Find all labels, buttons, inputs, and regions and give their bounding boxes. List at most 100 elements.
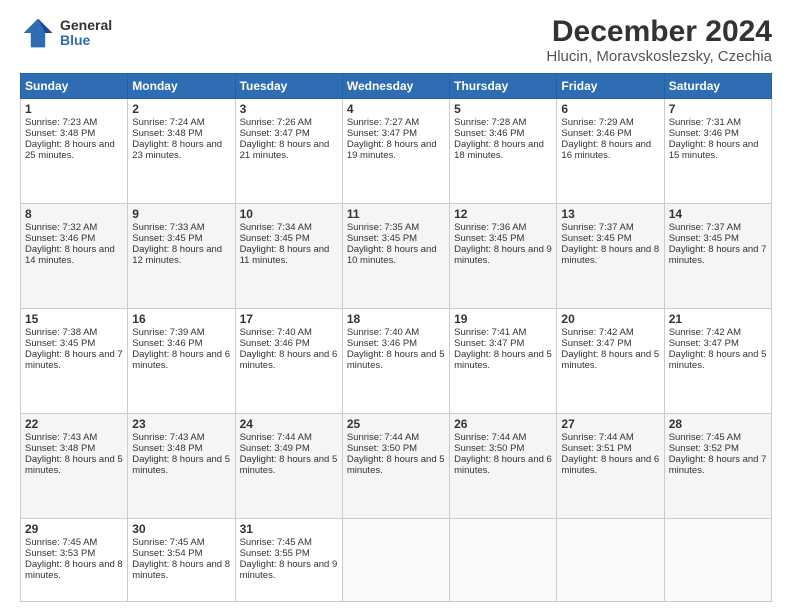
day-number: 27	[561, 417, 659, 431]
sunset-text: Sunset: 3:45 PM	[240, 233, 310, 244]
sunrise-text: Sunrise: 7:45 AM	[25, 537, 97, 548]
sunset-text: Sunset: 3:46 PM	[347, 338, 417, 349]
header: General Blue December 2024 Hlucin, Morav…	[20, 15, 772, 65]
daylight-text: Daylight: 8 hours and 21 minutes.	[240, 139, 330, 161]
table-row	[557, 518, 664, 601]
table-row: 1Sunrise: 7:23 AMSunset: 3:48 PMDaylight…	[21, 99, 128, 204]
day-number: 26	[454, 417, 552, 431]
table-row: 24Sunrise: 7:44 AMSunset: 3:49 PMDayligh…	[235, 413, 342, 518]
day-number: 29	[25, 522, 123, 536]
daylight-text: Daylight: 8 hours and 12 minutes.	[132, 244, 222, 266]
sunrise-text: Sunrise: 7:28 AM	[454, 117, 526, 128]
table-row: 13Sunrise: 7:37 AMSunset: 3:45 PMDayligh…	[557, 203, 664, 308]
col-monday: Monday	[128, 74, 235, 99]
daylight-text: Daylight: 8 hours and 8 minutes.	[25, 559, 123, 581]
table-row: 14Sunrise: 7:37 AMSunset: 3:45 PMDayligh…	[664, 203, 771, 308]
table-row: 27Sunrise: 7:44 AMSunset: 3:51 PMDayligh…	[557, 413, 664, 518]
col-tuesday: Tuesday	[235, 74, 342, 99]
day-number: 2	[132, 102, 230, 116]
day-number: 30	[132, 522, 230, 536]
sunset-text: Sunset: 3:47 PM	[561, 338, 631, 349]
table-row: 23Sunrise: 7:43 AMSunset: 3:48 PMDayligh…	[128, 413, 235, 518]
sunrise-text: Sunrise: 7:42 AM	[669, 327, 741, 338]
daylight-text: Daylight: 8 hours and 5 minutes.	[240, 454, 338, 476]
sunset-text: Sunset: 3:47 PM	[240, 128, 310, 139]
page-subtitle: Hlucin, Moravskoslezsky, Czechia	[546, 48, 772, 65]
table-row: 11Sunrise: 7:35 AMSunset: 3:45 PMDayligh…	[342, 203, 449, 308]
day-number: 21	[669, 312, 767, 326]
sunrise-text: Sunrise: 7:29 AM	[561, 117, 633, 128]
day-number: 5	[454, 102, 552, 116]
sunset-text: Sunset: 3:55 PM	[240, 548, 310, 559]
sunset-text: Sunset: 3:47 PM	[669, 338, 739, 349]
day-number: 23	[132, 417, 230, 431]
day-number: 24	[240, 417, 338, 431]
table-row: 9Sunrise: 7:33 AMSunset: 3:45 PMDaylight…	[128, 203, 235, 308]
sunrise-text: Sunrise: 7:38 AM	[25, 327, 97, 338]
sunrise-text: Sunrise: 7:42 AM	[561, 327, 633, 338]
sunset-text: Sunset: 3:46 PM	[240, 338, 310, 349]
sunrise-text: Sunrise: 7:40 AM	[240, 327, 312, 338]
table-row: 17Sunrise: 7:40 AMSunset: 3:46 PMDayligh…	[235, 308, 342, 413]
day-number: 10	[240, 207, 338, 221]
sunrise-text: Sunrise: 7:24 AM	[132, 117, 204, 128]
table-row: 10Sunrise: 7:34 AMSunset: 3:45 PMDayligh…	[235, 203, 342, 308]
day-number: 13	[561, 207, 659, 221]
sunrise-text: Sunrise: 7:31 AM	[669, 117, 741, 128]
day-number: 20	[561, 312, 659, 326]
daylight-text: Daylight: 8 hours and 18 minutes.	[454, 139, 544, 161]
sunset-text: Sunset: 3:50 PM	[347, 443, 417, 454]
sunset-text: Sunset: 3:50 PM	[454, 443, 524, 454]
table-row	[664, 518, 771, 601]
sunset-text: Sunset: 3:46 PM	[132, 338, 202, 349]
daylight-text: Daylight: 8 hours and 6 minutes.	[454, 454, 552, 476]
sunset-text: Sunset: 3:51 PM	[561, 443, 631, 454]
day-number: 15	[25, 312, 123, 326]
sunset-text: Sunset: 3:46 PM	[669, 128, 739, 139]
sunset-text: Sunset: 3:49 PM	[240, 443, 310, 454]
day-number: 12	[454, 207, 552, 221]
logo-blue-text: Blue	[60, 33, 112, 48]
day-number: 19	[454, 312, 552, 326]
day-number: 14	[669, 207, 767, 221]
table-row: 29Sunrise: 7:45 AMSunset: 3:53 PMDayligh…	[21, 518, 128, 601]
sunrise-text: Sunrise: 7:44 AM	[240, 432, 312, 443]
sunrise-text: Sunrise: 7:34 AM	[240, 222, 312, 233]
sunrise-text: Sunrise: 7:33 AM	[132, 222, 204, 233]
daylight-text: Daylight: 8 hours and 5 minutes.	[454, 349, 552, 371]
day-number: 3	[240, 102, 338, 116]
col-saturday: Saturday	[664, 74, 771, 99]
sunset-text: Sunset: 3:47 PM	[347, 128, 417, 139]
day-number: 7	[669, 102, 767, 116]
table-row: 12Sunrise: 7:36 AMSunset: 3:45 PMDayligh…	[450, 203, 557, 308]
sunrise-text: Sunrise: 7:45 AM	[669, 432, 741, 443]
logo-general-text: General	[60, 18, 112, 33]
sunrise-text: Sunrise: 7:43 AM	[25, 432, 97, 443]
col-sunday: Sunday	[21, 74, 128, 99]
sunset-text: Sunset: 3:47 PM	[454, 338, 524, 349]
day-number: 6	[561, 102, 659, 116]
logo: General Blue	[20, 15, 112, 51]
sunset-text: Sunset: 3:54 PM	[132, 548, 202, 559]
sunset-text: Sunset: 3:45 PM	[669, 233, 739, 244]
daylight-text: Daylight: 8 hours and 5 minutes.	[132, 454, 230, 476]
daylight-text: Daylight: 8 hours and 16 minutes.	[561, 139, 651, 161]
table-row: 30Sunrise: 7:45 AMSunset: 3:54 PMDayligh…	[128, 518, 235, 601]
table-row	[342, 518, 449, 601]
table-row: 6Sunrise: 7:29 AMSunset: 3:46 PMDaylight…	[557, 99, 664, 204]
table-row: 15Sunrise: 7:38 AMSunset: 3:45 PMDayligh…	[21, 308, 128, 413]
daylight-text: Daylight: 8 hours and 8 minutes.	[561, 244, 659, 266]
daylight-text: Daylight: 8 hours and 8 minutes.	[132, 559, 230, 581]
daylight-text: Daylight: 8 hours and 10 minutes.	[347, 244, 437, 266]
day-number: 9	[132, 207, 230, 221]
col-friday: Friday	[557, 74, 664, 99]
day-number: 8	[25, 207, 123, 221]
sunset-text: Sunset: 3:46 PM	[561, 128, 631, 139]
sunrise-text: Sunrise: 7:41 AM	[454, 327, 526, 338]
daylight-text: Daylight: 8 hours and 25 minutes.	[25, 139, 115, 161]
daylight-text: Daylight: 8 hours and 11 minutes.	[240, 244, 330, 266]
day-number: 31	[240, 522, 338, 536]
daylight-text: Daylight: 8 hours and 5 minutes.	[347, 454, 445, 476]
daylight-text: Daylight: 8 hours and 6 minutes.	[240, 349, 338, 371]
day-number: 17	[240, 312, 338, 326]
